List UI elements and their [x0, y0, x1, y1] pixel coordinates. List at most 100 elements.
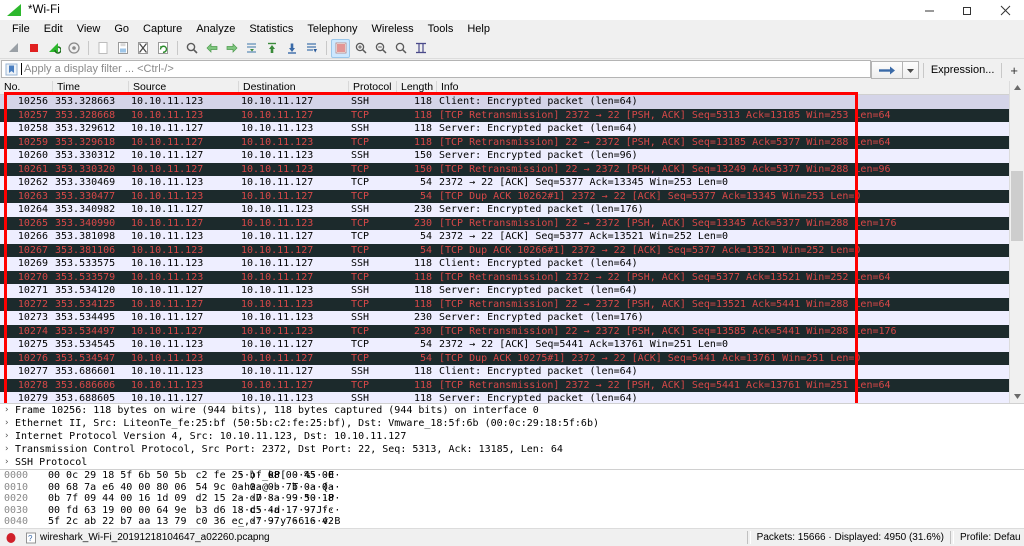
packet-bytes-pane[interactable]: 0000 00 0c 29 18 5f 6b 50 5b c2 fe 25 bf 0…: [0, 469, 1024, 528]
table-row[interactable]: 10258 353.329612 10.10.11.127 10.10.11.123 S…: [0, 122, 1024, 136]
table-row[interactable]: 10261 353.330320 10.10.11.127 10.10.11.123 T…: [0, 162, 1024, 176]
cell-no: 10272: [17, 298, 48, 310]
zoom-out-icon[interactable]: [371, 39, 390, 58]
zoom-in-icon[interactable]: [351, 39, 370, 58]
minimize-button[interactable]: [910, 0, 948, 20]
table-row[interactable]: 10265 353.340990 10.10.11.127 10.10.11.123 T…: [0, 216, 1024, 230]
find-packet-icon[interactable]: [182, 39, 201, 58]
table-row[interactable]: 10259 353.329618 10.10.11.127 10.10.11.123 T…: [0, 135, 1024, 149]
table-row[interactable]: 10276 353.534547 10.10.11.123 10.10.11.127 T…: [0, 351, 1024, 365]
filter-dropdown-button[interactable]: [902, 61, 919, 79]
expression-button[interactable]: Expression...: [928, 64, 998, 76]
table-row[interactable]: 10275 353.534545 10.10.11.123 10.10.11.127 T…: [0, 338, 1024, 352]
colorize-icon[interactable]: [331, 38, 350, 58]
column-header-destination[interactable]: Destination: [238, 81, 348, 94]
hex-row[interactable]: 0010 00 68 7a e6 40 00 80 06 54 9c 0a 0a 0…: [0, 482, 1024, 494]
menu-tools[interactable]: Tools: [421, 21, 461, 38]
table-row[interactable]: 10274 353.534497 10.10.11.127 10.10.11.123 T…: [0, 324, 1024, 338]
filter-input[interactable]: Apply a display filter ... <Ctrl-/>: [1, 60, 871, 78]
table-row[interactable]: 10269 353.533575 10.10.11.123 10.10.11.127 S…: [0, 257, 1024, 271]
menu-help[interactable]: Help: [460, 21, 497, 38]
packet-details-pane[interactable]: › Frame 10256: 118 bytes on wire (944 bit…: [0, 403, 1024, 469]
detail-row[interactable]: › Internet Protocol Version 4, Src: 10.10…: [0, 430, 1024, 443]
column-header-protocol[interactable]: Protocol: [348, 81, 396, 94]
menu-view[interactable]: View: [70, 21, 108, 38]
hex-offset: 0030: [4, 504, 29, 516]
profile-section[interactable]: Profile: Default: [944, 531, 1024, 544]
table-row[interactable]: 10263 353.330477 10.10.11.123 10.10.11.127 T…: [0, 189, 1024, 203]
resize-columns-icon[interactable]: [411, 39, 430, 58]
cell-length: 230: [413, 217, 432, 229]
menu-analyze[interactable]: Analyze: [189, 21, 242, 38]
table-row[interactable]: 10277 353.686601 10.10.11.123 10.10.11.127 S…: [0, 365, 1024, 379]
scroll-down-icon[interactable]: [1010, 390, 1024, 403]
table-row[interactable]: 10260 353.330312 10.10.11.127 10.10.11.123 S…: [0, 149, 1024, 163]
start-capture-icon[interactable]: [4, 39, 23, 58]
go-back-icon[interactable]: [202, 39, 221, 58]
table-row[interactable]: 10256 353.328663 10.10.11.123 10.10.11.127 S…: [0, 95, 1024, 109]
detail-row[interactable]: › Frame 10256: 118 bytes on wire (944 bit…: [0, 404, 1024, 417]
table-row[interactable]: 10270 353.533579 10.10.11.123 10.10.11.127 T…: [0, 270, 1024, 284]
go-to-packet-icon[interactable]: [242, 39, 261, 58]
auto-scroll-icon[interactable]: [302, 39, 321, 58]
add-filter-button[interactable]: +: [1006, 63, 1024, 78]
table-row[interactable]: 10279 353.688605 10.10.11.127 10.10.11.123 S…: [0, 392, 1024, 403]
column-header-time[interactable]: Time: [52, 81, 128, 94]
bookmark-icon[interactable]: [3, 61, 19, 77]
chevron-right-icon[interactable]: ›: [4, 443, 15, 456]
hex-row[interactable]: 005062 9c d7 5f cd fe 7d 79f7 7b 4e b8 1…: [0, 528, 1024, 529]
expert-error-icon[interactable]: [4, 531, 18, 545]
zoom-reset-icon[interactable]: [391, 39, 410, 58]
table-row[interactable]: 10272 353.534125 10.10.11.127 10.10.11.123 T…: [0, 297, 1024, 311]
detail-row[interactable]: › Ethernet II, Src: LiteonTe_fe:25:bf (50…: [0, 417, 1024, 430]
capture-options-icon[interactable]: [64, 39, 83, 58]
table-row[interactable]: 10264 353.340982 10.10.11.127 10.10.11.123 S…: [0, 203, 1024, 217]
table-row[interactable]: 10266 353.381098 10.10.11.123 10.10.11.127 T…: [0, 230, 1024, 244]
save-file-icon[interactable]: [113, 39, 132, 58]
column-header-source[interactable]: Source: [128, 81, 238, 94]
hex-row[interactable]: 0030 00 fd 63 19 00 00 64 9e b3 d6 18 d5 4…: [0, 505, 1024, 517]
hex-row[interactable]: 0040 5f 2c ab 22 b7 aa 13 79 c0 36 ec d7 9…: [0, 516, 1024, 528]
chevron-right-icon[interactable]: ›: [4, 417, 15, 430]
chevron-right-icon[interactable]: ›: [4, 430, 15, 443]
detail-row[interactable]: › SSH Protocol: [0, 456, 1024, 469]
detail-row[interactable]: › Transmission Control Protocol, Src Port…: [0, 443, 1024, 456]
restart-capture-icon[interactable]: [44, 39, 63, 58]
reload-file-icon[interactable]: [153, 39, 172, 58]
go-to-last-icon[interactable]: [282, 39, 301, 58]
table-row[interactable]: 10271 353.534120 10.10.11.127 10.10.11.123 S…: [0, 284, 1024, 298]
menu-edit[interactable]: Edit: [37, 21, 70, 38]
menu-file[interactable]: File: [5, 21, 37, 38]
chevron-right-icon[interactable]: ›: [4, 456, 15, 469]
packet-list-rows[interactable]: 10256 353.328663 10.10.11.123 10.10.11.127 S…: [0, 95, 1024, 403]
go-to-first-icon[interactable]: [262, 39, 281, 58]
menu-statistics[interactable]: Statistics: [242, 21, 300, 38]
column-header-info[interactable]: Info: [436, 81, 1010, 94]
menu-capture[interactable]: Capture: [136, 21, 189, 38]
stop-capture-icon[interactable]: [24, 39, 43, 58]
go-forward-icon[interactable]: [222, 39, 241, 58]
scroll-thumb[interactable]: [1011, 171, 1023, 241]
scroll-up-icon[interactable]: [1010, 81, 1024, 94]
menu-telephony[interactable]: Telephony: [300, 21, 364, 38]
chevron-right-icon[interactable]: ›: [4, 404, 15, 417]
close-file-icon[interactable]: [133, 39, 152, 58]
profile-label[interactable]: Profile: Default: [960, 532, 1020, 543]
close-button[interactable]: [986, 0, 1024, 20]
table-row[interactable]: 10278 353.686606 10.10.11.123 10.10.11.127 T…: [0, 378, 1024, 392]
table-row[interactable]: 10257 353.328668 10.10.11.123 10.10.11.127 T…: [0, 108, 1024, 122]
hex-row[interactable]: 0020 0b 7f 09 44 00 16 1d 09 d2 15 2a d7 8…: [0, 493, 1024, 505]
column-header-length[interactable]: Length: [396, 81, 436, 94]
open-file-icon[interactable]: [93, 39, 112, 58]
capture-comment-icon[interactable]: ?: [24, 531, 38, 545]
hex-row[interactable]: 0000 00 0c 29 18 5f 6b 50 5b c2 fe 25 bf 0…: [0, 470, 1024, 482]
table-row[interactable]: 10262 353.330469 10.10.11.123 10.10.11.127 T…: [0, 176, 1024, 190]
table-row[interactable]: 10273 353.534495 10.10.11.127 10.10.11.123 S…: [0, 311, 1024, 325]
column-header-no[interactable]: No.: [0, 81, 52, 94]
table-row[interactable]: 10267 353.381106 10.10.11.123 10.10.11.127 T…: [0, 243, 1024, 257]
packet-list-scrollbar[interactable]: [1009, 81, 1024, 403]
menu-go[interactable]: Go: [107, 21, 136, 38]
menu-wireless[interactable]: Wireless: [365, 21, 421, 38]
maximize-button[interactable]: [948, 0, 986, 20]
apply-filter-button[interactable]: [870, 61, 903, 79]
